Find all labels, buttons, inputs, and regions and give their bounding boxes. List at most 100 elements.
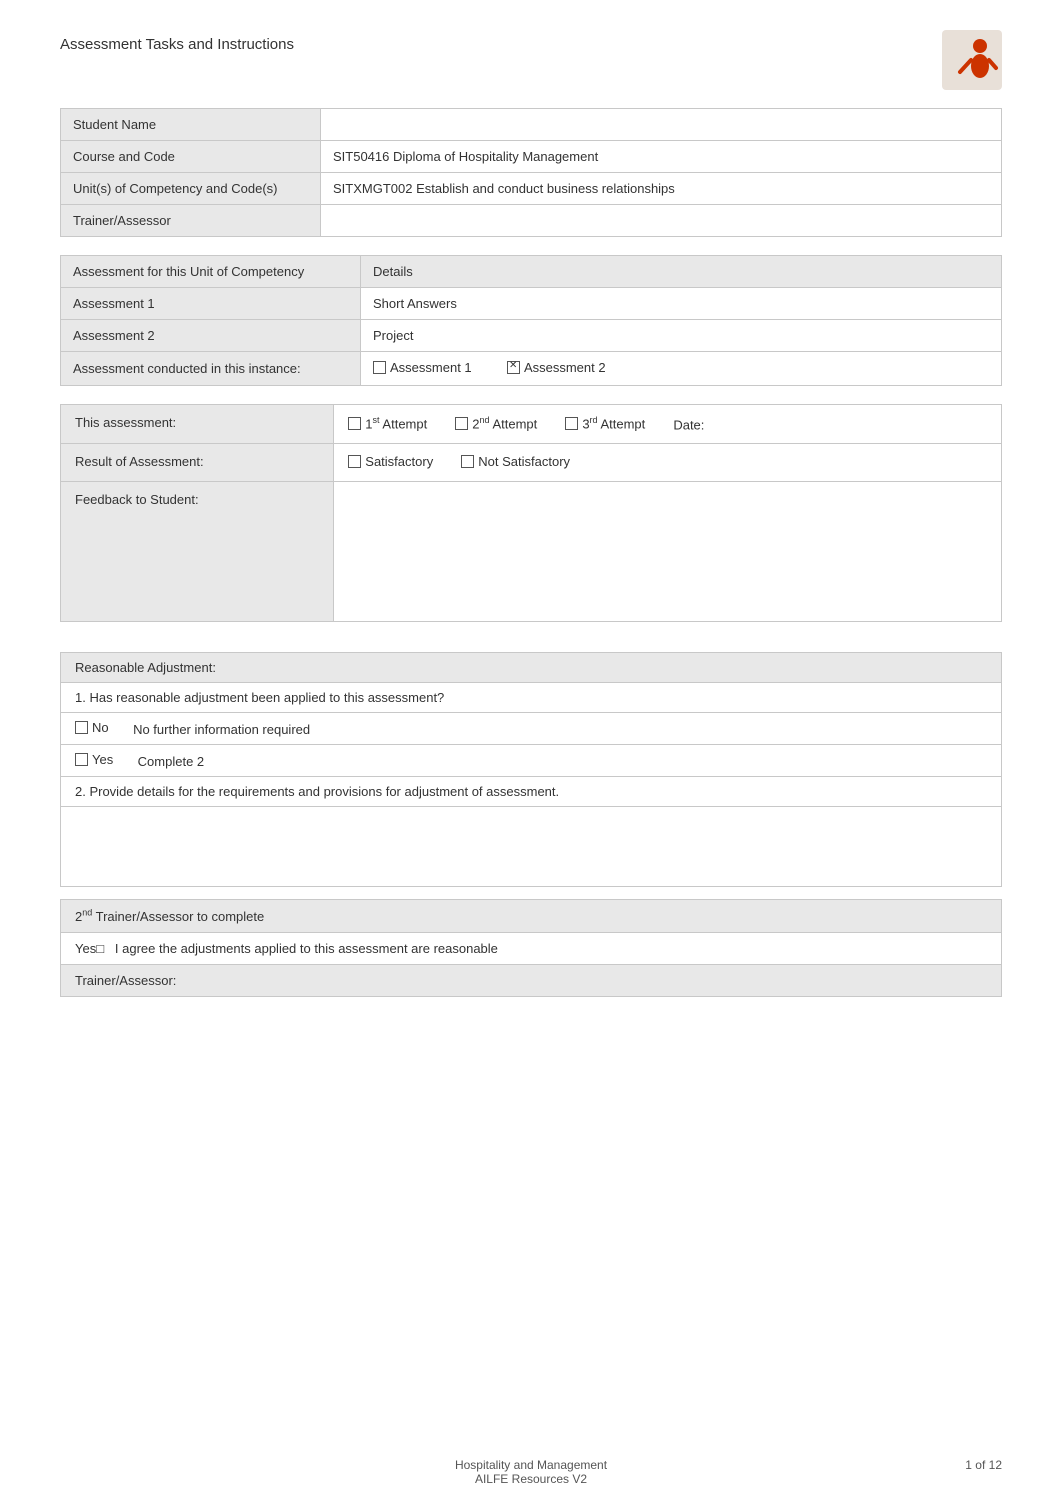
feedback-content-cell bbox=[334, 481, 1002, 621]
assessment-list-table: Assessment for this Unit of Competency D… bbox=[60, 255, 1002, 386]
attempt1-checkbox[interactable] bbox=[348, 417, 361, 430]
ra-yes-group[interactable]: Yes bbox=[75, 752, 113, 767]
not-satisfactory-label: Not Satisfactory bbox=[478, 454, 570, 469]
assessment1-detail: Short Answers bbox=[361, 288, 1002, 320]
feedback-label: Feedback to Student: bbox=[75, 492, 199, 507]
student-info-table: Student Name Course and Code SIT50416 Di… bbox=[60, 108, 1002, 237]
student-name-label: Student Name bbox=[61, 109, 321, 141]
conducted-row: Assessment conducted in this instance: A… bbox=[61, 352, 1002, 386]
ra-no-detail: No further information required bbox=[133, 722, 310, 737]
ra-yes-checkbox[interactable] bbox=[75, 753, 88, 766]
attempt3-group[interactable]: 3rd Attempt bbox=[565, 415, 645, 431]
assessment1-checkbox-label: Assessment 1 bbox=[390, 360, 472, 375]
date-label: Date: bbox=[673, 418, 704, 433]
assessment2-detail: Project bbox=[361, 320, 1002, 352]
ra-question2-row: 2. Provide details for the requirements … bbox=[61, 776, 1002, 806]
attempt-options-cell: 1st Attempt 2nd Attempt 3rd Attempt Date… bbox=[334, 405, 1002, 444]
ra-header-cell: Reasonable Adjustment: bbox=[61, 652, 1002, 682]
ra-header-row: Reasonable Adjustment: bbox=[61, 652, 1002, 682]
this-assessment-label: This assessment: bbox=[75, 415, 176, 430]
satisfactory-label: Satisfactory bbox=[365, 454, 433, 469]
student-name-value bbox=[321, 109, 1002, 141]
attempt-row: This assessment: 1st Attempt 2nd Attempt… bbox=[61, 405, 1002, 444]
ra-yes-cell: Yes Complete 2 bbox=[61, 744, 1002, 776]
attempt2-label: 2nd Attempt bbox=[472, 415, 537, 431]
page-footer: Hospitality and ManagementAILFE Resource… bbox=[60, 1458, 1002, 1486]
attempt-result-table: This assessment: 1st Attempt 2nd Attempt… bbox=[60, 404, 1002, 622]
footer-left bbox=[60, 1458, 374, 1486]
unit-competency-label: Unit(s) of Competency and Code(s) bbox=[61, 173, 321, 205]
student-name-row: Student Name bbox=[61, 109, 1002, 141]
result-label: Result of Assessment: bbox=[75, 454, 204, 469]
satisfactory-group[interactable]: Satisfactory bbox=[348, 454, 433, 469]
assessment2-row: Assessment 2 Project bbox=[61, 320, 1002, 352]
trainer2-agree-text: Yes□ I agree the adjustments applied to … bbox=[75, 941, 498, 956]
trainer2-agree-cell: Yes□ I agree the adjustments applied to … bbox=[61, 932, 1002, 964]
footer-center: Hospitality and ManagementAILFE Resource… bbox=[374, 1458, 688, 1486]
assessment2-checkbox-group[interactable]: Assessment 2 bbox=[507, 360, 606, 375]
result-options-cell: Satisfactory Not Satisfactory bbox=[334, 443, 1002, 481]
ra-question1-cell: 1. Has reasonable adjustment been applie… bbox=[61, 682, 1002, 712]
result-row: Result of Assessment: Satisfactory Not S… bbox=[61, 443, 1002, 481]
assessment1-checkbox[interactable] bbox=[373, 361, 386, 374]
assessment1-label: Assessment 1 bbox=[61, 288, 361, 320]
conducted-value: Assessment 1 Assessment 2 bbox=[361, 352, 1002, 386]
assessment1-checkbox-group[interactable]: Assessment 1 bbox=[373, 360, 472, 375]
ra-details-cell bbox=[61, 806, 1002, 886]
trainer-assessor-label: Trainer/Assessor bbox=[61, 205, 321, 237]
assessment-header-row: Assessment for this Unit of Competency D… bbox=[61, 256, 1002, 288]
course-code-value: SIT50416 Diploma of Hospitality Manageme… bbox=[321, 141, 1002, 173]
trainer2-header-cell: 2nd Trainer/Assessor to complete bbox=[61, 899, 1002, 932]
trainer-assessor-value bbox=[321, 205, 1002, 237]
trainer2-header-row: 2nd Trainer/Assessor to complete bbox=[61, 899, 1002, 932]
attempt2-checkbox[interactable] bbox=[455, 417, 468, 430]
not-satisfactory-group[interactable]: Not Satisfactory bbox=[461, 454, 570, 469]
trainer-assessor-row: Trainer/Assessor bbox=[61, 205, 1002, 237]
reasonable-adjustment-table: Reasonable Adjustment: 1. Has reasonable… bbox=[60, 652, 1002, 887]
page-title: Assessment Tasks and Instructions bbox=[60, 30, 294, 53]
assessment2-checkbox-label: Assessment 2 bbox=[524, 360, 606, 375]
unit-competency-row: Unit(s) of Competency and Code(s) SITXMG… bbox=[61, 173, 1002, 205]
attempt2-group[interactable]: 2nd Attempt bbox=[455, 415, 537, 431]
ra-no-group[interactable]: No bbox=[75, 720, 109, 735]
assessment-detail-header: Details bbox=[361, 256, 1002, 288]
ra-question2-cell: 2. Provide details for the requirements … bbox=[61, 776, 1002, 806]
footer-right: 1 of 12 bbox=[688, 1458, 1002, 1486]
ra-question1-row: 1. Has reasonable adjustment been applie… bbox=[61, 682, 1002, 712]
assessment2-label: Assessment 2 bbox=[61, 320, 361, 352]
assessment-unit-header: Assessment for this Unit of Competency bbox=[61, 256, 361, 288]
result-label-cell: Result of Assessment: bbox=[61, 443, 334, 481]
attempt1-label: 1st Attempt bbox=[365, 415, 427, 431]
ra-no-row: No No further information required bbox=[61, 712, 1002, 744]
unit-competency-value: SITXMGT002 Establish and conduct busines… bbox=[321, 173, 1002, 205]
trainer2-table: 2nd Trainer/Assessor to complete Yes□ I … bbox=[60, 899, 1002, 997]
trainer2-agree-row: Yes□ I agree the adjustments applied to … bbox=[61, 932, 1002, 964]
ra-question1: 1. Has reasonable adjustment been applie… bbox=[75, 690, 444, 705]
ra-no-cell: No No further information required bbox=[61, 712, 1002, 744]
ra-yes-label: Yes bbox=[92, 752, 113, 767]
not-satisfactory-checkbox[interactable] bbox=[461, 455, 474, 468]
page-header: Assessment Tasks and Instructions bbox=[60, 30, 1002, 90]
course-code-label: Course and Code bbox=[61, 141, 321, 173]
assessment2-checkbox[interactable] bbox=[507, 361, 520, 374]
ra-no-label: No bbox=[92, 720, 109, 735]
ra-section-title: Reasonable Adjustment: bbox=[75, 660, 216, 675]
trainer2-section-label: 2nd Trainer/Assessor to complete bbox=[75, 909, 264, 924]
attempt1-group[interactable]: 1st Attempt bbox=[348, 415, 427, 431]
ra-details-row bbox=[61, 806, 1002, 886]
conducted-label: Assessment conducted in this instance: bbox=[61, 352, 361, 386]
feedback-label-cell: Feedback to Student: bbox=[61, 481, 334, 621]
ra-yes-row: Yes Complete 2 bbox=[61, 744, 1002, 776]
trainer2-name-cell: Trainer/Assessor: bbox=[61, 964, 1002, 996]
feedback-row: Feedback to Student: bbox=[61, 481, 1002, 621]
ra-question2: 2. Provide details for the requirements … bbox=[75, 784, 559, 799]
this-assessment-cell: This assessment: bbox=[61, 405, 334, 444]
logo-icon bbox=[942, 30, 1002, 90]
attempt3-label: 3rd Attempt bbox=[582, 415, 645, 431]
satisfactory-checkbox[interactable] bbox=[348, 455, 361, 468]
ra-yes-detail: Complete 2 bbox=[138, 754, 204, 769]
attempt3-checkbox[interactable] bbox=[565, 417, 578, 430]
assessment1-row: Assessment 1 Short Answers bbox=[61, 288, 1002, 320]
trainer2-trainer-label: Trainer/Assessor: bbox=[75, 973, 176, 988]
ra-no-checkbox[interactable] bbox=[75, 721, 88, 734]
